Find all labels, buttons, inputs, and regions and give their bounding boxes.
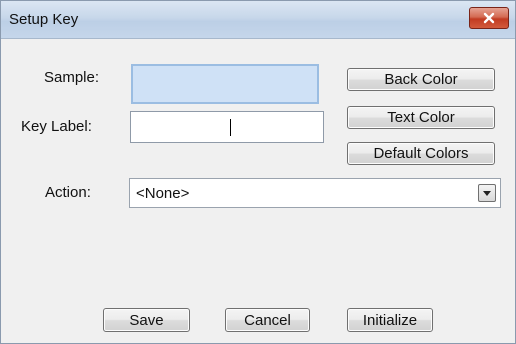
action-select[interactable]: <None>	[129, 178, 501, 208]
setup-key-dialog: Setup Key Sample: Key Label: Back Color …	[0, 0, 516, 344]
back-color-button[interactable]: Back Color	[347, 68, 495, 91]
text-caret	[230, 119, 231, 136]
action-label: Action:	[45, 184, 91, 201]
action-selected-value: <None>	[136, 185, 190, 202]
close-icon	[483, 12, 495, 24]
key-label-input[interactable]	[130, 111, 324, 143]
window-title: Setup Key	[9, 11, 79, 28]
action-dropdown-button[interactable]	[478, 184, 496, 202]
default-colors-button[interactable]: Default Colors	[347, 142, 495, 165]
save-button[interactable]: Save	[103, 308, 190, 332]
initialize-button[interactable]: Initialize	[347, 308, 433, 332]
close-button[interactable]	[469, 7, 509, 29]
sample-swatch	[131, 64, 319, 104]
text-color-button[interactable]: Text Color	[347, 106, 495, 129]
key-label-label: Key Label:	[21, 118, 92, 135]
sample-label: Sample:	[44, 69, 100, 86]
title-bar[interactable]: Setup Key	[1, 1, 515, 39]
cancel-button[interactable]: Cancel	[225, 308, 310, 332]
chevron-down-icon	[482, 184, 492, 202]
